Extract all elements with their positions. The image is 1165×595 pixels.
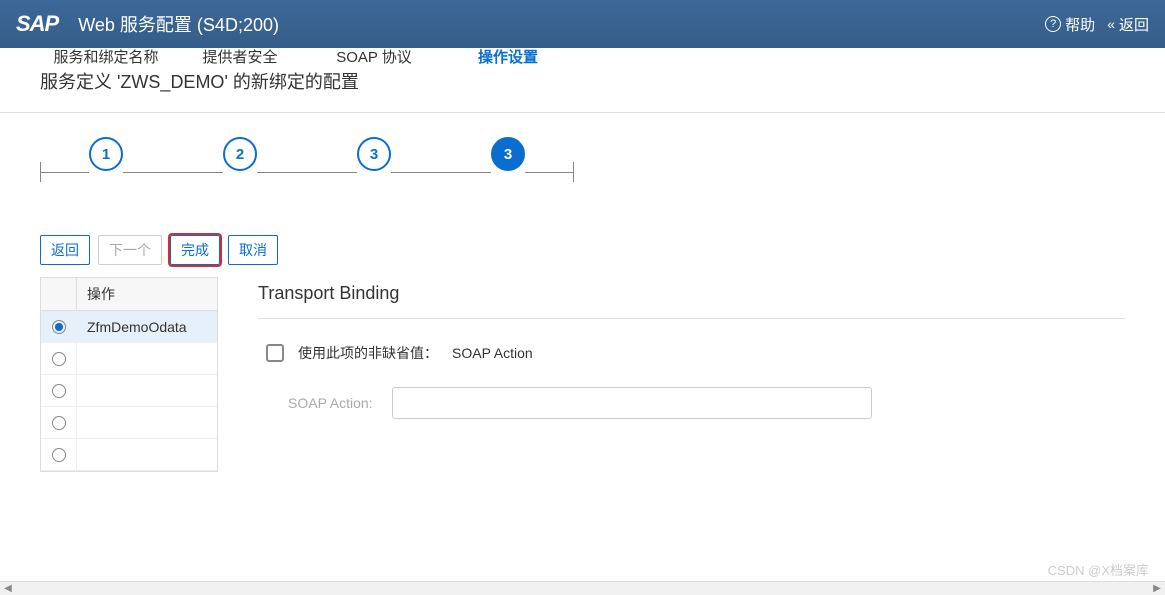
- wizard-step-2-label: 提供者安全: [202, 46, 277, 67]
- action-bar: 返回 下一个 完成 取消: [0, 227, 1165, 277]
- wizard-step-1[interactable]: 1: [89, 137, 123, 171]
- header-title: Web 服务配置 (S4D;200): [78, 11, 1045, 37]
- table-header-label: 操作: [77, 278, 217, 310]
- radio-input[interactable]: [52, 448, 66, 462]
- operation-name: ZfmDemoOdata: [77, 319, 217, 335]
- operations-table: 操作 ZfmDemoOdata: [40, 277, 218, 472]
- detail-panel: Transport Binding 使用此项的非缺省值： SOAP Action…: [258, 277, 1125, 472]
- sap-logo: SAP: [16, 11, 58, 37]
- wizard-step-2[interactable]: 2: [223, 137, 257, 171]
- back-chevron-icon: «: [1107, 16, 1111, 32]
- help-icon: ?: [1045, 16, 1061, 32]
- wizard-nav: 1 服务和绑定名称 2 提供者安全 3 SOAP 协议 3 操作设置: [0, 113, 1165, 227]
- next-button: 下一个: [98, 235, 162, 265]
- back-button[interactable]: 返回: [40, 235, 90, 265]
- wizard-step-1-label: 服务和绑定名称: [53, 46, 158, 67]
- table-row[interactable]: [41, 375, 217, 407]
- detail-title: Transport Binding: [258, 277, 1125, 319]
- help-link[interactable]: ? 帮助: [1045, 14, 1095, 35]
- soap-action-input[interactable]: [392, 387, 872, 419]
- wizard-step-4-label: 操作设置: [478, 46, 538, 67]
- wizard-step-4[interactable]: 3: [491, 137, 525, 171]
- radio-input[interactable]: [52, 320, 66, 334]
- app-header: SAP Web 服务配置 (S4D;200) ? 帮助 « 返回: [0, 0, 1165, 48]
- wizard-step-3-label: SOAP 协议: [336, 46, 412, 67]
- table-row[interactable]: [41, 343, 217, 375]
- table-header-radio-col: [41, 278, 77, 310]
- scroll-right-icon[interactable]: ▶: [1149, 582, 1165, 595]
- wizard-step-3[interactable]: 3: [357, 137, 391, 171]
- checkbox-value: SOAP Action: [452, 345, 533, 361]
- watermark: CSDN @X档案库: [1048, 560, 1149, 579]
- non-default-checkbox[interactable]: [266, 344, 284, 362]
- page-title: 服务定义 'ZWS_DEMO' 的新绑定的配置: [0, 48, 1165, 113]
- soap-action-label: SOAP Action:: [288, 395, 378, 411]
- table-row[interactable]: [41, 407, 217, 439]
- radio-input[interactable]: [52, 384, 66, 398]
- checkbox-label: 使用此项的非缺省值：: [298, 343, 438, 363]
- back-link[interactable]: « 返回: [1107, 14, 1149, 35]
- radio-input[interactable]: [52, 416, 66, 430]
- scroll-left-icon[interactable]: ◀: [0, 582, 16, 595]
- table-row[interactable]: [41, 439, 217, 471]
- finish-button[interactable]: 完成: [170, 235, 220, 265]
- cancel-button[interactable]: 取消: [228, 235, 278, 265]
- table-row[interactable]: ZfmDemoOdata: [41, 311, 217, 343]
- radio-input[interactable]: [52, 352, 66, 366]
- horizontal-scrollbar[interactable]: ◀ ▶: [0, 581, 1165, 595]
